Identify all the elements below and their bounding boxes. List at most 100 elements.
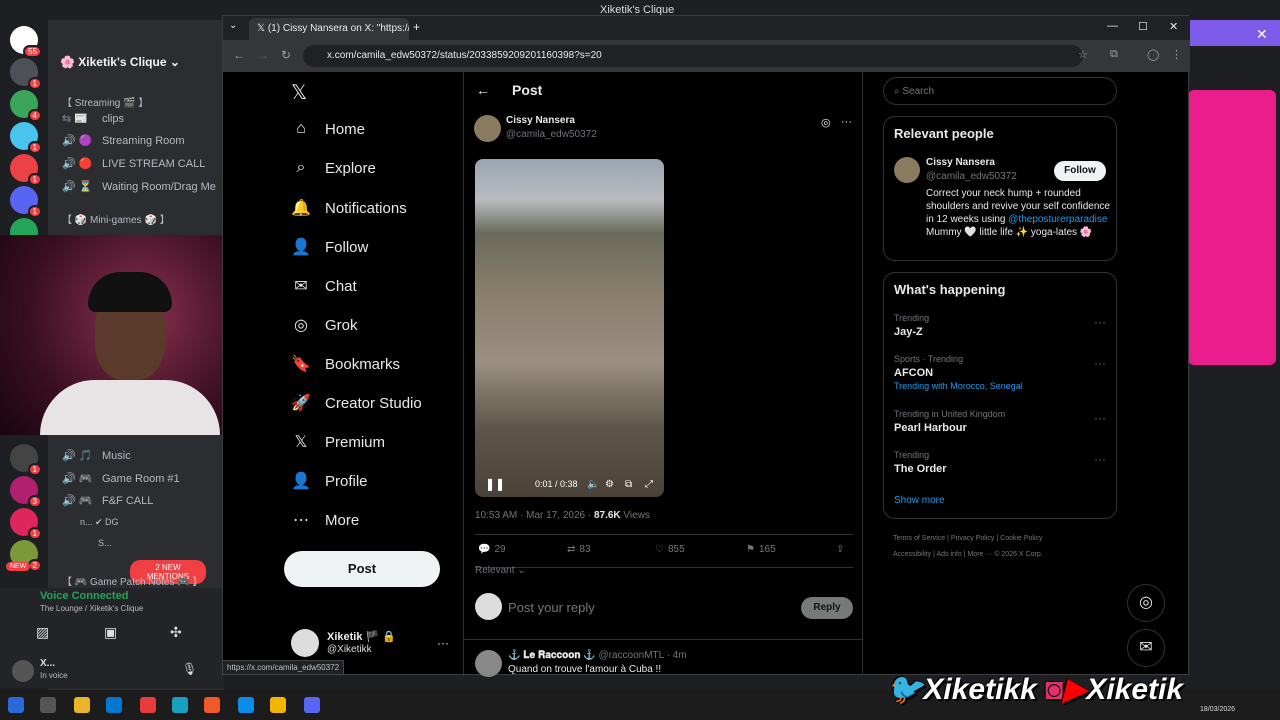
video-off-icon[interactable]: ▨	[36, 624, 49, 641]
person-name[interactable]: Cissy Nansera	[926, 157, 995, 168]
share-icon[interactable]: ⇪	[836, 544, 844, 555]
avatar[interactable]	[474, 115, 501, 142]
fullscreen-icon[interactable]: ⤢	[645, 479, 653, 490]
discord-icon[interactable]	[304, 697, 320, 713]
voice-connected-label[interactable]: Voice Connected	[40, 590, 128, 602]
extensions-icon[interactable]: ⧉	[1110, 48, 1118, 61]
server-icon[interactable]: 4	[10, 90, 42, 122]
avatar[interactable]	[291, 629, 319, 657]
edge-icon[interactable]	[238, 697, 254, 713]
grok-icon[interactable]: ◎	[821, 116, 831, 129]
channel-game-room[interactable]: 🔊 🎮 Game Room #1	[62, 472, 180, 485]
trend-item[interactable]: Trending in United Kingdom Pearl Harbour	[894, 409, 1005, 434]
app-icon[interactable]	[204, 697, 220, 713]
server-icon[interactable]: 1	[10, 508, 42, 540]
avatar[interactable]	[894, 157, 920, 183]
reply-action[interactable]: 💬 29	[478, 544, 506, 555]
search-input[interactable]: ⌕ Search	[883, 77, 1117, 105]
reply-sort[interactable]: Relevant ⌄	[475, 565, 526, 576]
tab-search-icon[interactable]: ⌄	[229, 20, 237, 31]
trend-item[interactable]: Trending The Order	[894, 450, 947, 475]
category-mini-games[interactable]: 【 🎲 Mini-games 🎲 】	[62, 211, 170, 226]
trend-more-icon[interactable]: ···	[1094, 411, 1106, 425]
channel-streaming-room[interactable]: 🔊 🟣 Streaming Room	[62, 134, 185, 147]
back-arrow-icon[interactable]: ←	[476, 82, 490, 98]
nav-profile[interactable]: 👤 Profile	[291, 471, 368, 491]
bookmark-action[interactable]: ⚑ 165	[746, 544, 776, 555]
nav-explore[interactable]: ⌕ Explore	[291, 159, 376, 177]
footer-link[interactable]: More ···	[967, 551, 992, 558]
footer-link[interactable]: Cookie Policy	[1000, 535, 1042, 542]
browser-tab[interactable]: 𝕏 (1) Cissy Nansera on X: "https://	[249, 18, 409, 40]
discord-home-icon[interactable]: 55	[10, 26, 42, 58]
guild-name[interactable]: 🌸 Xiketik's Clique ⌄	[60, 55, 180, 69]
app-icon[interactable]	[106, 697, 122, 713]
url-input[interactable]: x.com/camila_edw50372/status/20338592092…	[303, 45, 1083, 67]
microphone-icon[interactable]: 🎙	[182, 662, 197, 676]
settings-icon[interactable]: ⚙	[605, 479, 614, 490]
trend-more-icon[interactable]: ···	[1094, 315, 1106, 329]
x-logo-icon[interactable]: 𝕏	[291, 80, 307, 105]
trend-item[interactable]: Trending Jay-Z	[894, 313, 929, 338]
app-icon[interactable]	[140, 697, 156, 713]
file-explorer-icon[interactable]	[74, 697, 90, 713]
nav-follow[interactable]: 👤 Follow	[291, 237, 368, 257]
nav-more[interactable]: ⋯ More	[291, 510, 359, 530]
person-handle[interactable]: @camila_edw50372	[926, 171, 1017, 182]
star-icon[interactable]: ☆	[1078, 48, 1088, 61]
reply-author[interactable]: ⚓ 𝐋𝐞 𝐑𝐚𝐜𝐜𝐨𝐨𝐧 ⚓ @raccoonMTL · 4m	[508, 650, 687, 661]
tweet-timestamp[interactable]: 10:53 AM · Mar 17, 2026 · 87.6K Views	[475, 510, 650, 521]
trend-more-icon[interactable]: ···	[1094, 356, 1106, 370]
reload-icon[interactable]: ↻	[281, 48, 291, 62]
like-action[interactable]: ♡ 855	[655, 544, 685, 555]
footer-link[interactable]: Ads info	[936, 551, 961, 558]
nav-home[interactable]: ⌂ Home	[291, 120, 365, 138]
mute-icon[interactable]: 🔈	[587, 479, 599, 490]
nav-premium[interactable]: 𝕏 Premium	[291, 432, 385, 452]
post-button[interactable]: Post	[284, 551, 440, 587]
server-icon[interactable]: 3	[10, 476, 42, 508]
footer-link[interactable]: Terms of Service	[893, 535, 945, 542]
retweet-action[interactable]: ⇄ 83	[567, 544, 591, 555]
close-window-icon[interactable]: ✕	[1169, 20, 1178, 33]
follow-button[interactable]: Follow	[1054, 161, 1106, 181]
channel-waiting-room[interactable]: 🔊 ⏳ Waiting Room/Drag Me	[62, 180, 216, 193]
tweet-video[interactable]: ❚❚ 0:01 / 0:38 🔈 ⚙ ⧉ ⤢	[475, 159, 664, 497]
more-icon[interactable]: ···	[841, 116, 852, 128]
picture-in-picture-icon[interactable]: ⧉	[625, 479, 632, 490]
category-game-patch-notes[interactable]: 【 🎮 Game Patch Notes 🎮 】	[62, 573, 203, 588]
app-icon[interactable]	[172, 697, 188, 713]
nav-bookmarks[interactable]: 🔖 Bookmarks	[291, 354, 400, 374]
activities-icon[interactable]: ✣	[170, 624, 182, 641]
nav-notifications[interactable]: 🔔 Notifications	[291, 198, 407, 218]
pause-icon[interactable]: ❚❚	[485, 477, 505, 491]
avatar[interactable]	[12, 660, 34, 682]
footer-link[interactable]: Privacy Policy	[951, 535, 995, 542]
tweet-author[interactable]: Cissy Nansera	[506, 115, 575, 126]
server-icon[interactable]: 1	[10, 444, 42, 476]
grok-float-icon[interactable]: ◎	[1127, 584, 1165, 622]
channel-music[interactable]: 🔊 🎵 Music	[62, 449, 131, 462]
reply-button[interactable]: Reply	[801, 597, 853, 619]
server-icon[interactable]: 1	[10, 58, 42, 90]
reply-input[interactable]: Post your reply	[508, 600, 595, 615]
server-icon[interactable]: 1	[10, 186, 42, 218]
voice-member[interactable]: n... ✔ DG	[80, 517, 119, 528]
server-icon[interactable]: 1	[10, 122, 42, 154]
back-icon[interactable]: ←	[233, 48, 245, 62]
start-icon[interactable]	[8, 697, 24, 713]
menu-icon[interactable]: ⋮	[1171, 48, 1182, 61]
category-streaming[interactable]: 【 Streaming 🎬 】	[62, 94, 148, 109]
nav-chat[interactable]: ✉ Chat	[291, 276, 356, 296]
show-more-link[interactable]: Show more	[894, 495, 945, 506]
voice-channel-label[interactable]: The Lounge / Xiketik's Clique	[40, 604, 143, 613]
channel-live-stream-call[interactable]: 🔊 🔴 LIVE STREAM CALL	[62, 157, 205, 170]
chrome-icon[interactable]	[270, 697, 286, 713]
account-name[interactable]: Xiketik 🏴 🔒	[327, 630, 396, 643]
nav-creator-studio[interactable]: 🚀 Creator Studio	[291, 393, 422, 413]
messages-float-icon[interactable]: ✉	[1127, 629, 1165, 667]
trend-more-icon[interactable]: ···	[1094, 452, 1106, 466]
account-more-icon[interactable]: ···	[437, 636, 449, 650]
maximize-icon[interactable]: ☐	[1138, 20, 1148, 33]
forward-icon[interactable]: →	[257, 48, 269, 62]
